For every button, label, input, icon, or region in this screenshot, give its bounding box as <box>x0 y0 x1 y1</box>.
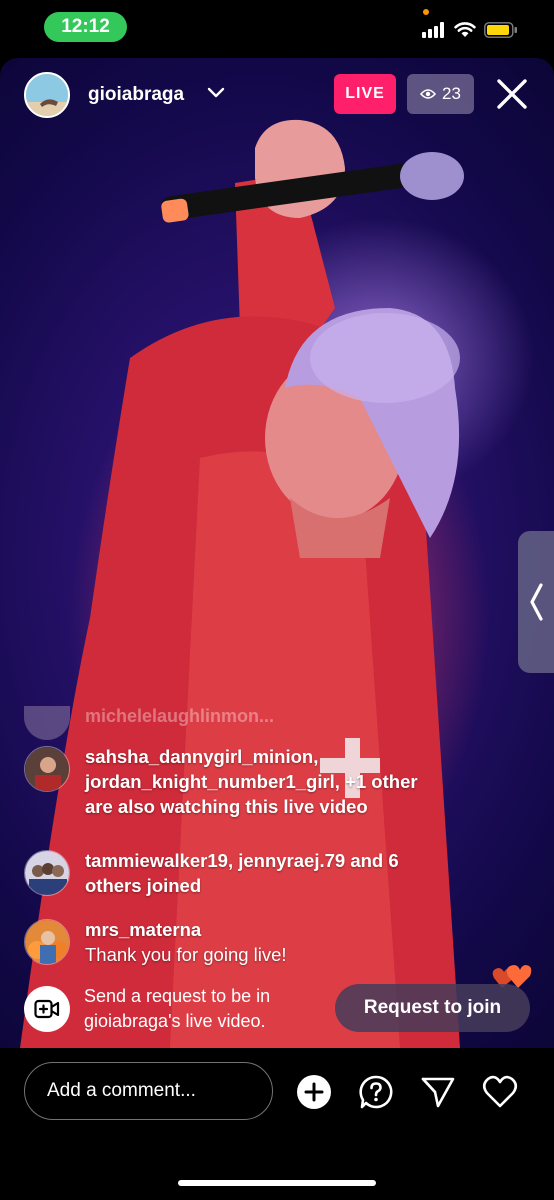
battery-icon <box>484 22 517 38</box>
heart-icon[interactable] <box>482 1074 518 1110</box>
close-icon[interactable] <box>494 76 530 112</box>
viewer-count-badge[interactable]: 23 <box>407 74 474 114</box>
join-request-text-line: gioiabraga's live video. <box>84 1011 266 1031</box>
live-video-frame <box>20 119 464 1048</box>
send-icon[interactable] <box>420 1074 456 1110</box>
comment-username[interactable]: sahsha_dannygirl_minion, <box>85 744 504 769</box>
comment-text: others joined <box>85 875 202 896</box>
host-avatar[interactable] <box>24 72 70 118</box>
side-panel-handle[interactable] <box>518 531 554 673</box>
comment-username[interactable]: mrs_materna <box>85 917 504 942</box>
eye-icon <box>420 89 437 99</box>
wifi-icon <box>454 22 476 37</box>
live-badge: LIVE <box>334 74 396 114</box>
add-icon[interactable] <box>296 1074 332 1110</box>
comment-item: mrs_materna Thank you for going live! <box>24 917 504 967</box>
join-request-text-line: Send a request to be in <box>84 986 271 1006</box>
comment-item: tammiewalker19, jennyraej.79 and 6 other… <box>24 848 504 898</box>
join-request-row: Send a request to be in gioiabraga's liv… <box>24 984 530 1034</box>
camera-indicator-dot <box>423 9 429 15</box>
comment-avatar[interactable] <box>24 919 70 965</box>
request-to-join-button[interactable]: Request to join <box>335 984 530 1032</box>
host-username[interactable]: gioiabraga <box>88 84 184 106</box>
status-icons <box>422 22 518 38</box>
join-request-text: Send a request to be in gioiabraga's liv… <box>84 984 270 1034</box>
live-video-stage[interactable]: gioiabraga LIVE 23 michelelaughlinmon... <box>0 58 554 1048</box>
comment-avatar[interactable] <box>24 850 70 896</box>
video-add-icon[interactable] <box>24 986 70 1032</box>
status-time[interactable]: 12:12 <box>44 12 127 42</box>
comment-text: Thank you for going live! <box>85 944 287 965</box>
live-top-bar: gioiabraga LIVE 23 <box>24 72 530 118</box>
comment-item: sahsha_dannygirl_minion, jordan_knight_n… <box>24 744 504 819</box>
faded-comment: michelelaughlinmon... <box>85 706 275 726</box>
chevron-down-icon[interactable] <box>206 86 226 100</box>
home-indicator[interactable] <box>178 1180 376 1186</box>
chevron-left-icon <box>530 583 543 621</box>
signal-icon <box>422 22 444 38</box>
comment-avatar[interactable] <box>24 746 70 792</box>
comment-text: jordan_knight_number1_girl, +1 other <box>85 771 418 792</box>
bottom-bar <box>0 1048 554 1200</box>
question-icon[interactable] <box>358 1074 394 1110</box>
status-bar: 12:12 <box>0 0 554 58</box>
comment-text: are also watching this live video <box>85 796 368 817</box>
viewer-count: 23 <box>442 84 461 103</box>
comment-username[interactable]: tammiewalker19, jennyraej.79 and 6 <box>85 848 504 873</box>
comment-input[interactable] <box>24 1062 273 1120</box>
